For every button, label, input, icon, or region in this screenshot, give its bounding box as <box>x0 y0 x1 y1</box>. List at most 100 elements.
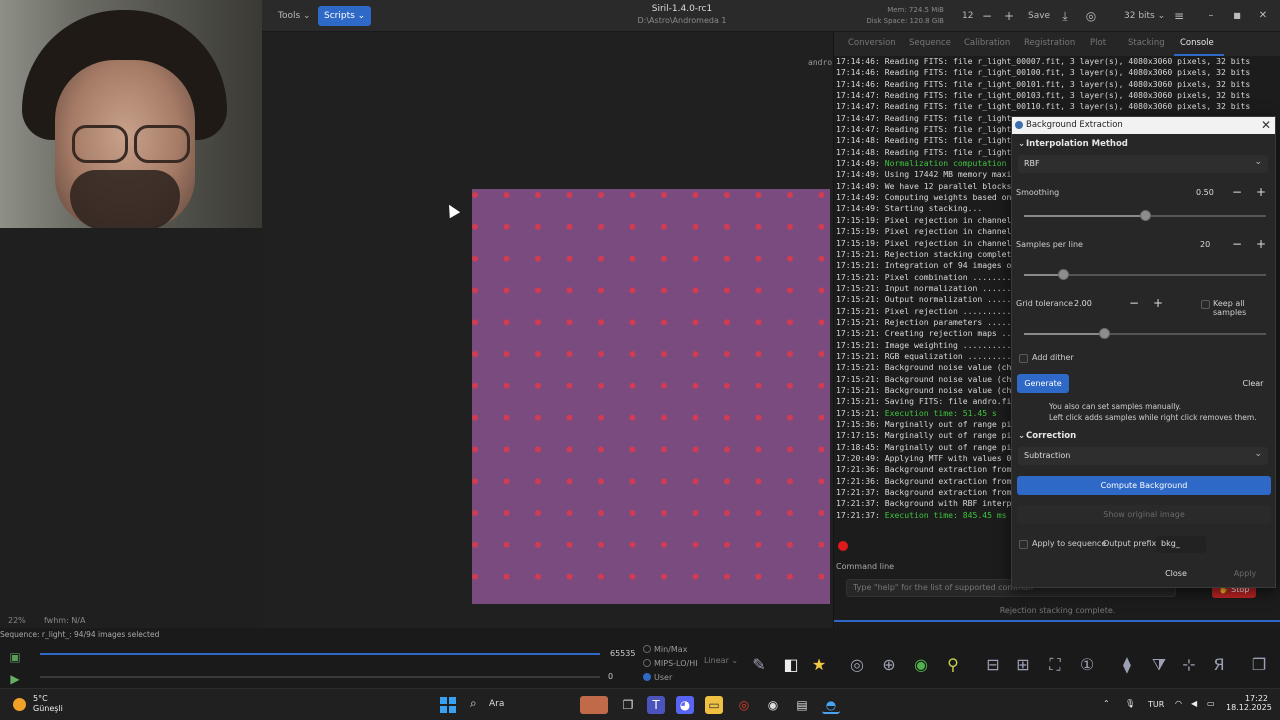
background-sample-point[interactable] <box>629 192 636 198</box>
save-button[interactable]: Save <box>1022 6 1056 26</box>
windows-start-icon[interactable] <box>440 697 456 713</box>
background-sample-point[interactable] <box>755 255 762 262</box>
minimize-window-icon[interactable]: – <box>1202 7 1220 25</box>
compute-background-button[interactable]: Compute Background <box>1017 476 1271 495</box>
background-sample-point[interactable] <box>818 287 825 294</box>
background-sample-point[interactable] <box>472 192 478 198</box>
layers-icon[interactable]: ❐ <box>1248 654 1270 676</box>
microphone-icon[interactable]: 🎙 <box>1125 699 1135 708</box>
background-sample-point[interactable] <box>503 446 510 453</box>
background-sample-point[interactable] <box>598 319 604 326</box>
background-sample-point[interactable] <box>566 287 573 294</box>
scale-mode-select[interactable]: Linear ⌄ <box>704 656 738 665</box>
background-sample-point[interactable] <box>724 223 730 230</box>
background-sample-point[interactable] <box>535 319 541 326</box>
background-sample-point[interactable] <box>787 287 793 294</box>
zoom-out-icon[interactable]: ⊟ <box>982 654 1004 676</box>
background-sample-point[interactable] <box>629 573 636 580</box>
tools-menu-button[interactable]: Tools ⌄ <box>272 6 317 26</box>
photometry-icon[interactable]: ◎ <box>846 654 868 676</box>
background-sample-point[interactable] <box>566 319 573 326</box>
background-sample-point[interactable] <box>692 573 699 580</box>
background-sample-point[interactable] <box>472 446 478 453</box>
background-sample-point[interactable] <box>503 382 510 389</box>
background-sample-point[interactable] <box>598 287 604 294</box>
sun-icon[interactable] <box>13 698 26 711</box>
background-sample-point[interactable] <box>629 478 636 485</box>
background-sample-point[interactable] <box>566 573 573 580</box>
background-sample-point[interactable] <box>629 382 636 389</box>
taskbar-search[interactable]: Ara <box>489 699 504 709</box>
background-sample-point[interactable] <box>661 351 667 357</box>
plus-icon[interactable]: + <box>1256 186 1266 198</box>
download-icon[interactable]: ⤓ <box>1056 7 1074 25</box>
tab-registration[interactable]: Registration <box>1024 38 1075 48</box>
background-sample-point[interactable] <box>535 541 541 548</box>
high-threshold-slider[interactable] <box>40 653 600 655</box>
background-sample-point[interactable] <box>755 414 762 421</box>
minus-icon[interactable]: − <box>1232 186 1242 198</box>
background-sample-point[interactable] <box>629 510 636 516</box>
background-sample-point[interactable] <box>755 351 762 357</box>
background-sample-point[interactable] <box>661 287 667 294</box>
maximize-window-icon[interactable]: ■ <box>1228 7 1246 25</box>
background-sample-point[interactable] <box>598 478 604 485</box>
clear-button[interactable]: Clear <box>1234 374 1272 393</box>
add-dither-checkbox[interactable] <box>1019 354 1028 363</box>
background-sample-point[interactable] <box>724 414 730 421</box>
background-sample-point[interactable] <box>661 446 667 453</box>
background-sample-point[interactable] <box>787 446 793 453</box>
samples-per-line-value[interactable]: 20 <box>1200 240 1210 249</box>
plus-icon[interactable]: + <box>1256 238 1266 250</box>
background-sample-point[interactable] <box>787 255 793 262</box>
background-sample-point[interactable] <box>692 414 699 421</box>
background-sample-point[interactable] <box>472 414 478 421</box>
tray-chevron-icon[interactable]: ⌃ <box>1103 699 1110 708</box>
background-sample-point[interactable] <box>692 510 699 516</box>
background-sample-point[interactable] <box>535 446 541 453</box>
background-sample-point[interactable] <box>692 446 699 453</box>
background-sample-point[interactable] <box>755 510 762 516</box>
background-sample-point[interactable] <box>629 541 636 548</box>
background-sample-point[interactable] <box>472 510 478 516</box>
background-sample-point[interactable] <box>598 446 604 453</box>
background-sample-point[interactable] <box>598 414 604 421</box>
keep-all-samples-checkbox[interactable] <box>1201 300 1210 309</box>
samples-slider-handle[interactable] <box>1057 269 1069 280</box>
background-sample-point[interactable] <box>692 351 699 357</box>
background-sample-point[interactable] <box>472 287 478 294</box>
minus-icon[interactable]: − <box>978 7 996 25</box>
background-sample-point[interactable] <box>598 223 604 230</box>
background-sample-point[interactable] <box>787 541 793 548</box>
correction-type-select[interactable]: Subtraction ⌄ <box>1018 447 1268 465</box>
negative-view-icon[interactable]: ◧ <box>780 654 802 676</box>
background-sample-point[interactable] <box>629 223 636 230</box>
threads-spinner[interactable]: 12 <box>956 6 979 26</box>
background-sample-point[interactable] <box>472 255 478 262</box>
background-sample-point[interactable] <box>724 319 730 326</box>
background-sample-point[interactable] <box>566 351 573 357</box>
background-sample-point[interactable] <box>472 319 478 326</box>
obs-icon[interactable]: ◉ <box>764 696 782 714</box>
background-sample-point[interactable] <box>724 382 730 389</box>
background-sample-point[interactable] <box>661 510 667 516</box>
task-view-icon[interactable]: ❐ <box>619 696 637 714</box>
background-sample-point[interactable] <box>472 382 478 389</box>
background-sample-point[interactable] <box>692 382 699 389</box>
background-sample-point[interactable] <box>692 541 699 548</box>
background-sample-point[interactable] <box>503 319 510 326</box>
background-sample-point[interactable] <box>503 573 510 580</box>
interpolation-method-select[interactable]: RBF ⌄ <box>1018 155 1268 173</box>
apply-button[interactable]: Apply <box>1226 564 1264 583</box>
background-sample-point[interactable] <box>787 382 793 389</box>
background-sample-point[interactable] <box>598 573 604 580</box>
background-sample-point[interactable] <box>629 287 636 294</box>
background-sample-point[interactable] <box>787 478 793 485</box>
background-sample-point[interactable] <box>566 255 573 262</box>
background-sample-point[interactable] <box>755 478 762 485</box>
interpolation-section-header[interactable]: ⌄Interpolation Method <box>1018 139 1128 149</box>
tab-sequence[interactable]: Sequence <box>909 38 951 48</box>
background-sample-point[interactable] <box>787 319 793 326</box>
background-sample-point[interactable] <box>598 382 604 389</box>
background-sample-point[interactable] <box>818 319 825 326</box>
